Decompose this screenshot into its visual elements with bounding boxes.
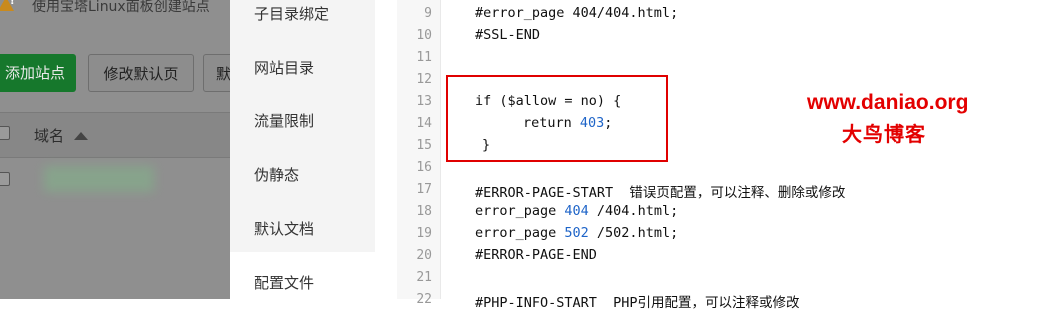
code-line: error_page 404 /404.html; (475, 203, 678, 219)
modify-default-page-button[interactable]: 修改默认页 (88, 54, 194, 92)
line-number: 19 (416, 226, 432, 241)
row-checkbox[interactable] (0, 172, 10, 186)
column-domain[interactable]: 域名 (34, 125, 64, 146)
sort-asc-icon[interactable] (74, 132, 88, 140)
select-all-checkbox[interactable] (0, 126, 10, 140)
code-line: #ERROR-PAGE-START 错误页配置，可以注释、删除或修改 (475, 185, 846, 201)
menu-item-site-directory[interactable]: 网站目录 (254, 57, 314, 78)
add-site-button[interactable]: 添加站点 (0, 54, 76, 92)
menu-item-traffic-limit[interactable]: 流量限制 (254, 110, 314, 131)
line-number: 18 (416, 204, 432, 219)
code-line: #PHP-INFO-START PHP引用配置，可以注释或修改 (475, 295, 800, 311)
menu-item-subdirectory-binding[interactable]: 子目录绑定 (254, 3, 329, 24)
line-number: 12 (416, 72, 432, 87)
line-number: 20 (416, 248, 432, 263)
line-number: 14 (416, 116, 432, 131)
toolbar-button-partial[interactable]: 默 (203, 54, 230, 92)
warning-icon: ! (0, 0, 15, 11)
watermark-url: www.daniao.org (807, 91, 969, 114)
code-number: 502 (564, 225, 589, 241)
code-line: #SSL-END (475, 27, 541, 43)
line-number: 11 (416, 50, 432, 65)
notice-bar: ! 使用宝塔Linux面板创建站点 (0, 0, 230, 32)
highlight-box (446, 75, 668, 162)
line-number: 22 (416, 292, 432, 307)
code-number: 404 (564, 203, 589, 219)
blurred-domain (44, 166, 154, 192)
code-line: error_page 502 /502.html; (475, 225, 678, 241)
menu-item-rewrite[interactable]: 伪静态 (254, 164, 299, 185)
notice-text: 使用宝塔Linux面板创建站点 (32, 0, 210, 15)
line-number: 21 (416, 270, 432, 285)
code-text: /502.html; (588, 225, 679, 241)
code-line: #ERROR-PAGE-END (475, 247, 597, 263)
line-number: 13 (416, 94, 432, 109)
code-text: /404.html; (588, 203, 679, 219)
code-text: error_page (475, 203, 565, 219)
code-text: error_page (475, 225, 565, 241)
table-header: 域名 (0, 112, 230, 158)
background-page: ! 使用宝塔Linux面板创建站点 添加站点 修改默认页 默 域名 (0, 0, 230, 299)
menu-item-default-document[interactable]: 默认文档 (254, 218, 314, 239)
menu-item-config-file[interactable]: 配置文件 (254, 272, 314, 293)
line-number: 10 (416, 28, 432, 43)
line-number: 15 (416, 138, 432, 153)
line-number: 9 (424, 6, 432, 21)
code-line: #error_page 404/404.html; (475, 5, 679, 21)
line-number: 17 (416, 182, 432, 197)
line-number: 16 (416, 160, 432, 175)
watermark-name: 大鸟博客 (842, 122, 926, 146)
